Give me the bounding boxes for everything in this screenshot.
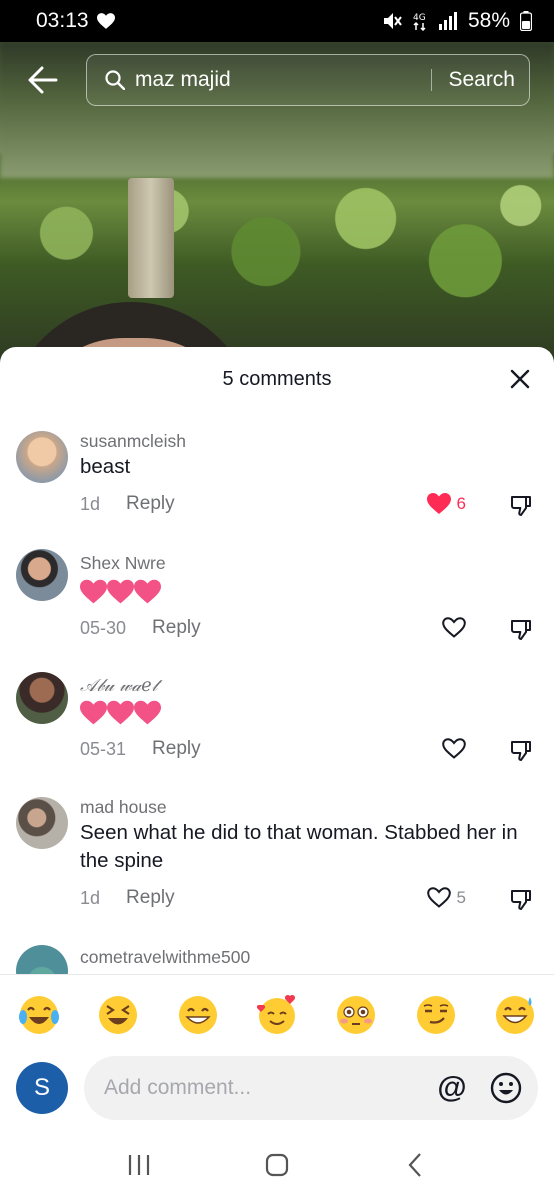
pink-heart-icon xyxy=(134,700,161,725)
search-query-text[interactable]: maz majid xyxy=(135,68,431,92)
comment-item: 𝒜𝒷𝓊 𝓌𝒶𝑒𝓉 05-31 Reply xyxy=(0,672,554,782)
comment-text: beast xyxy=(80,455,131,478)
search-input[interactable]: maz majid Search xyxy=(86,54,530,106)
pink-heart-icon xyxy=(134,579,161,604)
tree-trunk xyxy=(128,178,174,298)
avatar[interactable] xyxy=(16,431,68,483)
grinning-face-with-sweat-icon[interactable] xyxy=(493,993,537,1037)
search-header: maz majid Search xyxy=(0,52,554,108)
signal-icon xyxy=(438,12,458,30)
like-count: 5 xyxy=(456,887,466,907)
comment-time: 1d xyxy=(80,493,101,514)
search-divider xyxy=(430,69,433,91)
like-button[interactable]: 5 xyxy=(426,887,466,908)
reply-button[interactable]: Reply xyxy=(126,887,175,909)
chevron-left-icon xyxy=(408,1153,421,1177)
home-icon xyxy=(265,1153,289,1177)
add-comment-placeholder[interactable]: Add comment... xyxy=(104,1076,416,1100)
dislike-button[interactable] xyxy=(508,887,534,913)
mention-button[interactable]: @ xyxy=(434,1070,470,1106)
emoji-picker-button[interactable] xyxy=(488,1070,524,1106)
comment-username[interactable]: susanmcleish xyxy=(80,431,186,452)
comment-hearts-emoji xyxy=(80,700,161,725)
avatar[interactable] xyxy=(16,549,68,601)
thumbs-down-icon xyxy=(511,741,531,761)
network-type-icon: 4G xyxy=(412,11,428,31)
heart-filled-icon xyxy=(426,493,451,514)
reply-button[interactable]: Reply xyxy=(126,493,175,515)
comment-hearts-emoji xyxy=(80,579,161,604)
add-comment-row: S Add comment... @ xyxy=(0,1055,554,1121)
back-nav-button[interactable] xyxy=(395,1145,435,1185)
back-button[interactable] xyxy=(26,63,60,97)
close-icon xyxy=(510,369,530,389)
heart-outline-icon xyxy=(442,617,466,638)
comments-header: 5 comments xyxy=(0,347,554,411)
battery-icon xyxy=(520,11,532,31)
comments-count-title: 5 comments xyxy=(222,367,332,390)
reply-button[interactable]: Reply xyxy=(152,617,201,639)
navigation-bar xyxy=(0,1130,554,1200)
recent-apps-icon xyxy=(128,1155,150,1175)
comment-meta: 1d Reply xyxy=(80,493,175,515)
comment-username[interactable]: cometravelwithme500 xyxy=(80,947,250,968)
dislike-button[interactable] xyxy=(508,738,534,764)
comment-time: 1d xyxy=(80,887,101,908)
comment-item: susanmcleish beast 1d Reply 6 xyxy=(0,425,554,535)
add-comment-input[interactable]: Add comment... @ xyxy=(84,1056,538,1120)
pink-heart-icon xyxy=(107,579,134,604)
mute-icon xyxy=(382,12,402,30)
search-button[interactable]: Search xyxy=(448,68,515,92)
reply-button[interactable]: Reply xyxy=(152,738,201,760)
grinning-squinting-face-icon[interactable] xyxy=(96,993,140,1037)
face-with-tears-of-joy-icon[interactable] xyxy=(17,993,61,1037)
smiling-face-with-hearts-icon[interactable] xyxy=(255,993,299,1037)
avatar[interactable] xyxy=(16,672,68,724)
beaming-face-icon[interactable] xyxy=(176,993,220,1037)
comment-meta: 1d Reply xyxy=(80,887,175,909)
like-count: 6 xyxy=(456,493,466,513)
svg-text:4G: 4G xyxy=(413,13,426,23)
comment-username[interactable]: Shex Nwre xyxy=(80,553,166,574)
quick-emoji-bar xyxy=(0,993,554,1043)
comment-username[interactable]: 𝒜𝒷𝓊 𝓌𝒶𝑒𝓉 xyxy=(80,676,158,696)
status-bar: 03:13 4G 58% xyxy=(0,0,554,42)
thumbs-down-icon xyxy=(511,496,531,516)
heart-outline-icon xyxy=(426,887,451,908)
pink-heart-icon xyxy=(80,700,107,725)
smirking-face-icon[interactable] xyxy=(414,993,458,1037)
arrow-left-icon xyxy=(28,66,58,94)
my-avatar[interactable]: S xyxy=(16,1062,68,1114)
comment-time: 05-30 xyxy=(80,617,127,638)
like-button[interactable] xyxy=(442,617,466,638)
like-button[interactable]: 6 xyxy=(426,493,466,514)
home-button[interactable] xyxy=(257,1145,297,1185)
avatar[interactable] xyxy=(16,797,68,849)
close-button[interactable] xyxy=(506,365,534,393)
heart-outline-icon xyxy=(442,738,466,759)
recent-apps-button[interactable] xyxy=(119,1145,159,1185)
comment-meta: 05-31 Reply xyxy=(80,738,201,760)
battery-percentage: 58% xyxy=(467,9,510,32)
status-time: 03:13 xyxy=(36,9,89,32)
comment-username[interactable]: mad house xyxy=(80,797,167,818)
comment-time: 05-31 xyxy=(80,738,127,759)
dislike-button[interactable] xyxy=(508,493,534,519)
flushed-face-icon[interactable] xyxy=(334,993,378,1037)
thumbs-down-icon xyxy=(511,890,531,910)
search-icon xyxy=(105,70,125,90)
smiley-icon xyxy=(490,1072,522,1104)
heart-icon xyxy=(96,13,115,29)
dislike-button[interactable] xyxy=(508,617,534,643)
thumbs-down-icon xyxy=(511,620,531,640)
pink-heart-icon xyxy=(107,700,134,725)
comment-item: mad house Seen what he did to that woman… xyxy=(0,795,554,925)
comment-text: Seen what he did to that woman. Stabbed … xyxy=(80,821,518,872)
pink-heart-icon xyxy=(80,579,107,604)
like-button[interactable] xyxy=(442,738,466,759)
comment-meta: 05-30 Reply xyxy=(80,617,201,639)
comment-item: Shex Nwre 05-30 Reply xyxy=(0,549,554,659)
